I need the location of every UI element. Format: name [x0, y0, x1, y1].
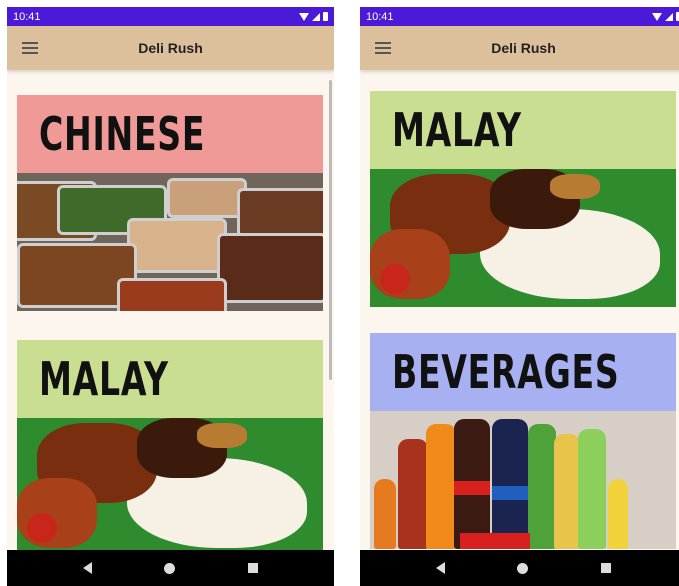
scrollbar[interactable] [329, 80, 332, 380]
category-label: MALAY [392, 103, 522, 157]
menu-icon[interactable] [22, 42, 38, 54]
signal-icon [665, 12, 673, 21]
category-label: CHINESE [39, 107, 206, 161]
status-icons [299, 12, 328, 21]
navigation-bar [360, 550, 679, 586]
back-icon[interactable] [83, 562, 93, 574]
recent-apps-icon[interactable] [600, 563, 611, 573]
status-bar: 10:41 [7, 7, 334, 26]
malay-food-image [17, 418, 323, 550]
chinese-food-image [17, 173, 323, 311]
category-label: MALAY [39, 352, 169, 406]
category-banner: BEVERAGES [370, 333, 676, 411]
wifi-icon [299, 12, 309, 21]
home-icon[interactable] [517, 562, 529, 574]
app-bar: Deli Rush [7, 26, 334, 70]
wifi-icon [652, 12, 662, 21]
malay-food-image [370, 169, 676, 307]
app-bar: Deli Rush [360, 26, 679, 70]
category-list[interactable]: MALAY BEVERAGES [360, 70, 679, 550]
status-time: 10:41 [366, 10, 394, 23]
app-title: Deli Rush [491, 40, 556, 56]
category-card-beverages[interactable]: BEVERAGES [370, 333, 676, 549]
signal-icon [312, 12, 320, 21]
category-list[interactable]: CHINESE MALAY [7, 70, 334, 550]
back-icon[interactable] [436, 562, 446, 574]
status-time: 10:41 [13, 10, 41, 23]
menu-icon[interactable] [375, 42, 391, 54]
phone-screen-left: 10:41 Deli Rush CHINESE MALAY [7, 7, 334, 586]
status-icons [652, 12, 679, 21]
recent-apps-icon[interactable] [247, 563, 258, 573]
category-banner: MALAY [370, 91, 676, 169]
app-title: Deli Rush [138, 40, 203, 56]
category-card-malay[interactable]: MALAY [17, 340, 323, 550]
category-banner: CHINESE [17, 95, 323, 173]
category-banner: MALAY [17, 340, 323, 418]
status-bar: 10:41 [360, 7, 679, 26]
category-card-chinese[interactable]: CHINESE [17, 95, 323, 311]
category-card-malay[interactable]: MALAY [370, 91, 676, 307]
battery-icon [323, 12, 328, 21]
phone-screen-right: 10:41 Deli Rush MALAY BEVERAGES [360, 7, 679, 586]
category-label: BEVERAGES [392, 345, 620, 399]
beverages-image [370, 411, 676, 549]
navigation-bar [7, 550, 334, 586]
home-icon[interactable] [164, 562, 176, 574]
